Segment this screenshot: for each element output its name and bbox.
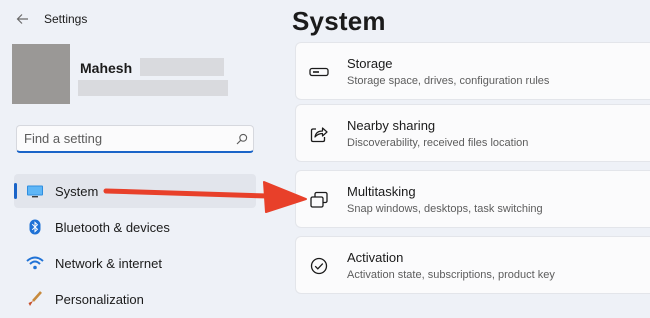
- brush-icon: [26, 291, 44, 307]
- sidebar-item-label: Personalization: [55, 291, 144, 307]
- sidebar-item-label: System: [55, 183, 99, 199]
- redaction-block: [140, 58, 224, 76]
- main-content: System Storage Storage space, drives, co…: [270, 0, 650, 306]
- share-icon: [309, 124, 329, 144]
- card-description: Storage space, drives, configuration rul…: [347, 75, 550, 87]
- sidebar-nav: System Bluetooth & devices Network & int…: [14, 174, 256, 318]
- avatar: [12, 44, 70, 104]
- sidebar-item-label: Bluetooth & devices: [55, 219, 170, 235]
- settings-card-nearby-sharing[interactable]: Nearby sharing Discoverability, received…: [295, 104, 650, 162]
- sidebar-item-network-internet[interactable]: Network & internet: [14, 246, 256, 280]
- page-title: System: [292, 6, 386, 36]
- sidebar-item-label: Network & internet: [55, 255, 162, 271]
- settings-card-multitasking[interactable]: Multitasking Snap windows, desktops, tas…: [295, 170, 650, 228]
- activation-icon: [309, 256, 329, 276]
- wifi-icon: [26, 255, 44, 271]
- card-description: Activation state, subscriptions, product…: [347, 269, 555, 281]
- back-arrow-icon: [16, 14, 28, 24]
- bluetooth-icon: [26, 219, 44, 235]
- title-bar: Settings: [14, 10, 87, 28]
- card-description: Snap windows, desktops, task switching: [347, 203, 543, 215]
- monitor-icon: [26, 183, 44, 199]
- search-icon[interactable]: [231, 133, 253, 145]
- search-input[interactable]: [17, 126, 231, 151]
- selection-indicator: [14, 183, 17, 199]
- sidebar: Settings Mahesh System: [0, 0, 270, 307]
- user-name: Mahesh: [80, 60, 133, 76]
- settings-card-activation[interactable]: Activation Activation state, subscriptio…: [295, 236, 650, 294]
- settings-card-storage[interactable]: Storage Storage space, drives, configura…: [295, 42, 650, 100]
- multitasking-icon: [309, 190, 329, 210]
- card-title: Multitasking: [347, 184, 416, 199]
- card-title: Storage: [347, 56, 393, 71]
- redaction-block: [78, 80, 228, 96]
- search-box: [16, 125, 254, 153]
- sidebar-item-system[interactable]: System: [14, 174, 256, 208]
- sidebar-item-bluetooth-devices[interactable]: Bluetooth & devices: [14, 210, 256, 244]
- user-profile[interactable]: Mahesh: [12, 44, 228, 104]
- card-description: Discoverability, received files location: [347, 137, 529, 149]
- app-title: Settings: [44, 12, 88, 26]
- card-title: Nearby sharing: [347, 118, 436, 133]
- storage-icon: [309, 62, 329, 82]
- card-title: Activation: [347, 250, 404, 265]
- back-button[interactable]: [14, 11, 30, 27]
- sidebar-item-personalization[interactable]: Personalization: [14, 282, 256, 316]
